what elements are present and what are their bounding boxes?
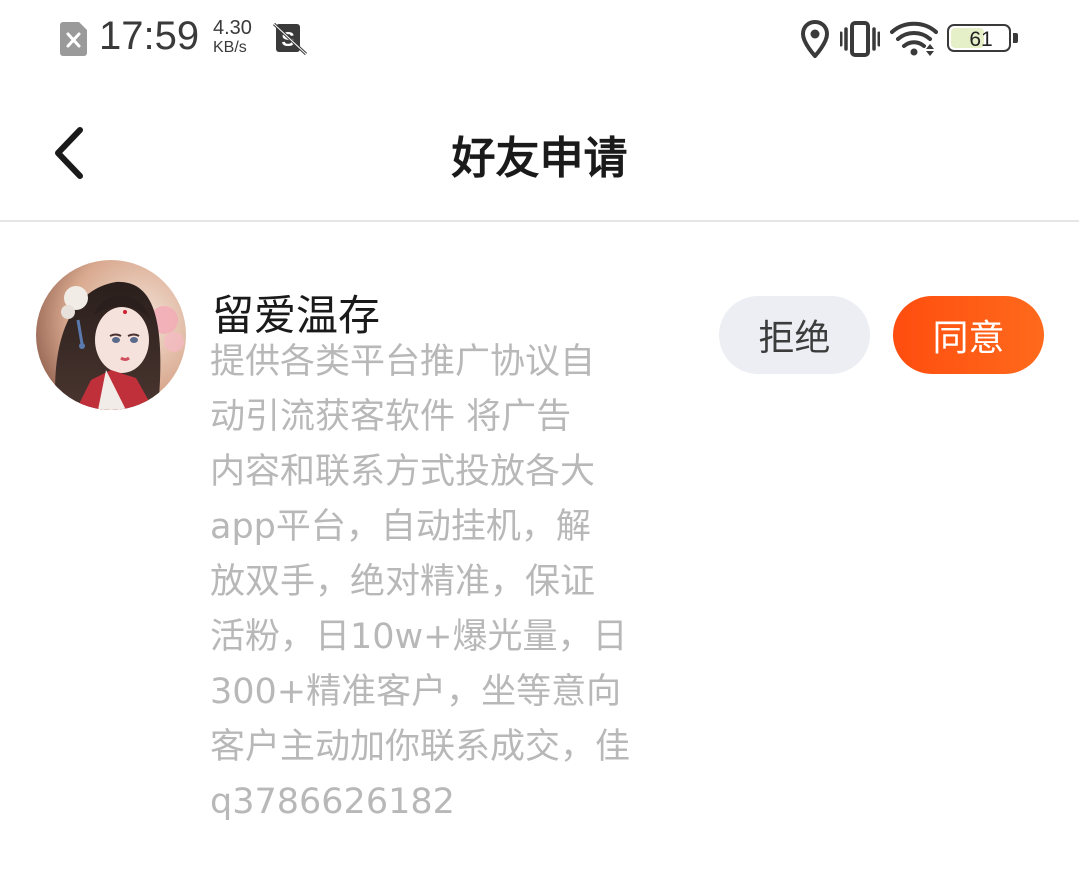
network-speed-value: 4.30: [213, 17, 252, 39]
avatar[interactable]: [36, 260, 186, 410]
battery-icon: 61: [947, 24, 1019, 54]
vibrate-icon: [840, 21, 880, 57]
wifi-icon: [890, 21, 938, 56]
requester-name: 留爱温存: [212, 291, 381, 340]
battery-tip: [1013, 33, 1018, 43]
status-time: 17:59: [99, 14, 200, 58]
network-speed-unit: KB/s: [213, 39, 247, 56]
request-message: 提供各类平台推广协议自 动引流获客软件 将广告 内容和联系方式投放各大 app平…: [210, 342, 631, 822]
friend-request-item: 留爱温存 提供各类平台推广协议自 动引流获客软件 将广告 内容和联系方式投放各大…: [0, 222, 1079, 842]
reject-button[interactable]: 拒绝: [719, 296, 870, 374]
battery-body: 61: [947, 24, 1011, 52]
no-sim-card-2-icon: S: [272, 22, 308, 56]
nav-bar: 好友申请: [0, 80, 1079, 222]
battery-level-text: 61: [969, 28, 993, 51]
no-sim-icon: [60, 22, 87, 56]
status-bar: 17:59 4.30 KB/s S 61: [0, 0, 1079, 80]
location-icon: [801, 20, 829, 58]
network-speed: 4.30 KB/s: [213, 17, 263, 57]
accept-button[interactable]: 同意: [893, 296, 1044, 374]
avatar-image: [36, 260, 186, 410]
page-title: 好友申请: [451, 133, 628, 184]
